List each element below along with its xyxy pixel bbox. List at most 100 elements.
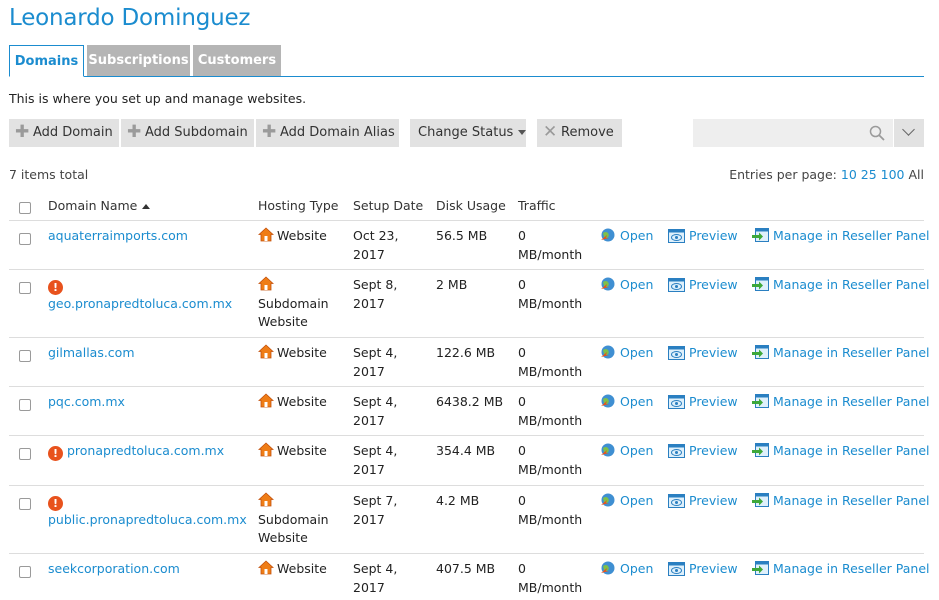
add-domain-button[interactable]: ✚ Add Domain (9, 119, 119, 147)
manage-reseller-link[interactable]: Manage in Reseller Panel (752, 492, 929, 510)
traffic: 0 MB/month (518, 228, 583, 262)
intro-text: This is where you set up and manage webs… (9, 91, 307, 106)
house-icon (258, 344, 274, 359)
remove-icon: ✕ (543, 122, 558, 142)
table-row: ! geo.pronapredtoluca.com.mx Subdomain Web… (9, 270, 929, 338)
page-size-10[interactable]: 10 (841, 167, 857, 182)
row-checkbox[interactable] (19, 399, 31, 411)
setup-date: Sept 8, 2017 (353, 277, 398, 311)
column-disk-usage[interactable]: Disk Usage (436, 198, 506, 213)
manage-reseller-link[interactable]: Manage in Reseller Panel (752, 276, 929, 294)
row-checkbox[interactable] (19, 350, 31, 362)
preview-icon (668, 444, 685, 458)
warning-icon: ! (48, 446, 63, 461)
row-checkbox[interactable] (19, 448, 31, 460)
reseller-panel-icon (752, 228, 769, 242)
preview-link[interactable]: Preview (668, 276, 738, 294)
domain-link[interactable]: pqc.com.mx (48, 394, 125, 409)
globe-icon (601, 561, 615, 575)
hosting-type: Website (277, 561, 327, 576)
plus-icon: ✚ (15, 122, 30, 142)
tab-customers[interactable]: Customers (193, 45, 281, 76)
domain-link[interactable]: pronapredtoluca.com.mx (67, 443, 224, 458)
preview-icon (668, 562, 685, 576)
sort-ascending-icon (142, 204, 151, 209)
reseller-panel-icon (752, 277, 769, 291)
hosting-type-cell: Website (258, 560, 327, 579)
page-title: Leonardo Dominguez (9, 5, 251, 31)
preview-link[interactable]: Preview (668, 442, 738, 460)
caret-down-icon (518, 130, 527, 135)
warning-icon: ! (48, 496, 63, 511)
select-all-checkbox[interactable] (19, 202, 31, 214)
domain-link[interactable]: gilmallas.com (48, 345, 135, 360)
domain-link[interactable]: geo.pronapredtoluca.com.mx (48, 296, 232, 311)
house-icon (258, 227, 274, 242)
row-checkbox[interactable] (19, 282, 31, 294)
remove-button[interactable]: ✕ Remove (537, 119, 622, 147)
traffic: 0 MB/month (518, 277, 583, 311)
search-icon[interactable] (869, 125, 885, 141)
domain-cell: ! geo.pronapredtoluca.com.mx (48, 276, 232, 314)
preview-link[interactable]: Preview (668, 393, 738, 411)
manage-reseller-link[interactable]: Manage in Reseller Panel (752, 227, 929, 245)
open-link[interactable]: Open (600, 442, 653, 460)
hosting-type: Website (277, 345, 327, 360)
house-icon (258, 276, 274, 291)
preview-icon (668, 346, 685, 360)
search-input[interactable] (693, 119, 893, 147)
domain-cell: ! pronapredtoluca.com.mx (48, 442, 224, 461)
preview-link[interactable]: Preview (668, 227, 738, 245)
manage-reseller-link[interactable]: Manage in Reseller Panel (752, 560, 929, 578)
tab-domains[interactable]: Domains (9, 45, 84, 77)
column-setup-date[interactable]: Setup Date (353, 198, 423, 213)
page-size-25[interactable]: 25 (861, 167, 877, 182)
open-link[interactable]: Open (600, 344, 653, 362)
hosting-type-cell: Website (258, 442, 327, 461)
domain-link[interactable]: public.pronapredtoluca.com.mx (48, 512, 247, 527)
reseller-panel-icon (752, 394, 769, 408)
preview-link[interactable]: Preview (668, 560, 738, 578)
page-size-100[interactable]: 100 (881, 167, 905, 182)
column-hosting-type[interactable]: Hosting Type (258, 198, 338, 213)
house-icon (258, 492, 274, 507)
traffic: 0 MB/month (518, 561, 583, 595)
chevron-down-icon (902, 123, 915, 136)
disk-usage: 2 MB (436, 277, 468, 292)
manage-reseller-link[interactable]: Manage in Reseller Panel (752, 344, 929, 362)
add-subdomain-button[interactable]: ✚ Add Subdomain (121, 119, 254, 147)
manage-reseller-link[interactable]: Manage in Reseller Panel (752, 442, 929, 460)
open-link[interactable]: Open (600, 393, 653, 411)
open-link[interactable]: Open (600, 560, 653, 578)
disk-usage: 56.5 MB (436, 228, 488, 243)
disk-usage: 407.5 MB (436, 561, 496, 576)
hosting-type: Website (277, 443, 327, 458)
hosting-type-cell: Website (258, 393, 327, 412)
open-link[interactable]: Open (600, 492, 653, 510)
preview-icon (668, 494, 685, 508)
disk-usage: 354.4 MB (436, 443, 496, 458)
column-domain-name[interactable]: Domain Name (48, 198, 151, 213)
manage-reseller-link[interactable]: Manage in Reseller Panel (752, 393, 929, 411)
search-options-button[interactable] (894, 119, 924, 147)
setup-date: Sept 4, 2017 (353, 561, 398, 595)
column-traffic[interactable]: Traffic (518, 198, 556, 213)
open-link[interactable]: Open (600, 227, 653, 245)
hosting-type: Website (277, 228, 327, 243)
hosting-type-cell: Subdomain Website (258, 492, 338, 548)
domain-cell: aquaterraimports.com (48, 227, 188, 246)
add-domain-alias-button[interactable]: ✚ Add Domain Alias (256, 119, 399, 147)
preview-link[interactable]: Preview (668, 344, 738, 362)
row-checkbox[interactable] (19, 566, 31, 578)
table-row: ! public.pronapredtoluca.com.mx Subdomain … (9, 486, 929, 554)
disk-usage: 6438.2 MB (436, 394, 504, 409)
open-link[interactable]: Open (600, 276, 653, 294)
domain-link[interactable]: seekcorporation.com (48, 561, 180, 576)
tab-subscriptions[interactable]: Subscriptions (87, 45, 190, 76)
preview-link[interactable]: Preview (668, 492, 738, 510)
row-checkbox[interactable] (19, 233, 31, 245)
preview-icon (668, 278, 685, 292)
change-status-button[interactable]: Change Status (410, 119, 527, 147)
domain-link[interactable]: aquaterraimports.com (48, 228, 188, 243)
row-checkbox[interactable] (19, 498, 31, 510)
